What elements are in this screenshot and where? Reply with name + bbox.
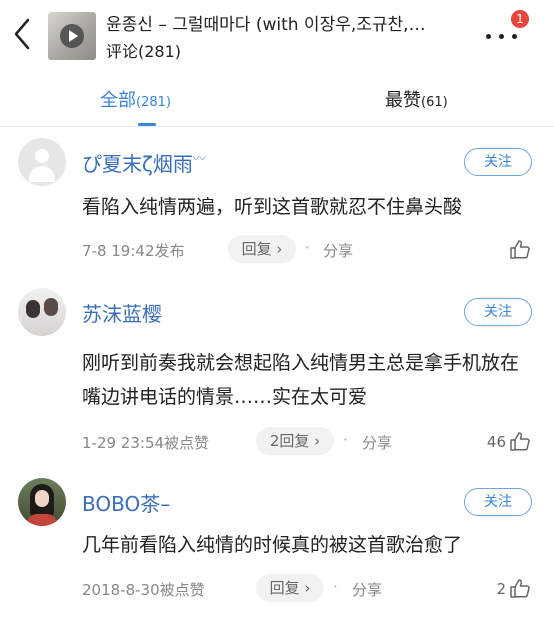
more-dots-icon <box>486 34 491 39</box>
tab-most-liked[interactable]: 最赞(61) <box>385 86 448 112</box>
more-dot <box>499 34 504 39</box>
follow-button[interactable]: 关注 <box>464 148 532 176</box>
comment-item: BOBO茶– 关注 几年前看陷入纯情的时候真的被这首歌治愈了 2018-8-30… <box>0 472 554 622</box>
nickname-text: ぴ夏末ζ烟雨 <box>82 152 193 176</box>
tab-all[interactable]: 全部(281) <box>100 86 171 112</box>
avatar-head <box>35 149 49 163</box>
comment-text: 刚听到前奏我就会想起陷入纯情男主总是拿手机放在嘴边讲电话的情景……实在太可爱 <box>82 352 520 408</box>
comment-text: 看陷入纯情两遍，听到这首歌就忍不住鼻头酸 <box>82 196 463 218</box>
tab-all-label: 全部 <box>100 90 136 111</box>
share-button[interactable]: 分享 <box>352 579 382 600</box>
tab-most-liked-label: 最赞 <box>385 90 421 111</box>
comment-item: 苏沫蓝樱 关注 刚听到前奏我就会想起陷入纯情男主总是拿手机放在嘴边讲电话的情景…… <box>0 282 554 472</box>
comment-text: 几年前看陷入纯情的时候真的被这首歌治愈了 <box>82 534 463 556</box>
comment-time: 1-29 23:54被点赞 <box>82 434 210 452</box>
chevron-left-icon <box>14 18 30 50</box>
nickname[interactable]: BOBO茶– <box>82 488 170 517</box>
notification-badge: 1 <box>511 10 529 28</box>
active-tab-indicator <box>138 123 156 126</box>
comment-tabs: 全部(281) 最赞(61) <box>0 72 554 127</box>
avatar[interactable] <box>18 288 66 336</box>
avatar-face <box>35 490 49 507</box>
thumbs-up-icon[interactable] <box>509 430 531 452</box>
avatar-shirt <box>27 514 57 526</box>
comment-time: 7-8 19:42发布 <box>82 242 185 260</box>
play-icon <box>60 24 84 48</box>
share-button[interactable]: 分享 <box>362 432 392 453</box>
follow-button[interactable]: 关注 <box>464 488 532 516</box>
top-bar: 윤종신 – 그럴때마다 (with 이장우,조규찬,… 评论(281) 1 <box>0 0 554 72</box>
like-count: 46 <box>486 433 506 451</box>
more-dot <box>512 34 517 39</box>
back-button[interactable] <box>6 14 40 54</box>
nickname[interactable]: ぴ夏末ζ烟雨〰 <box>82 148 206 177</box>
reply-button[interactable]: 回复 › <box>256 574 324 602</box>
avatar-figure <box>44 298 58 316</box>
nickname-suffix: 〰 <box>192 152 206 167</box>
separator-dot: · <box>305 239 310 257</box>
separator-dot: · <box>343 431 348 449</box>
tab-most-liked-count: (61) <box>421 95 448 110</box>
comment-time: 2018-8-30被点赞 <box>82 581 205 599</box>
like-count: 2 <box>496 580 506 598</box>
follow-button[interactable]: 关注 <box>464 298 532 326</box>
nickname[interactable]: 苏沫蓝樱 <box>82 298 162 327</box>
avatar[interactable] <box>18 138 66 186</box>
thumbs-up-icon[interactable] <box>509 238 531 260</box>
avatar[interactable] <box>18 478 66 526</box>
song-title: 윤종신 – 그럴때마다 (with 이장우,조규찬,… <box>106 15 426 35</box>
share-button[interactable]: 分享 <box>323 240 353 261</box>
avatar-figure <box>26 300 40 318</box>
tab-all-count: (281) <box>136 95 171 110</box>
separator-dot: · <box>333 578 338 596</box>
album-cover[interactable] <box>48 12 96 60</box>
reply-button[interactable]: 2回复 › <box>256 427 334 455</box>
thumbs-up-icon[interactable] <box>509 577 531 599</box>
comment-count-title: 评论(281) <box>106 42 182 61</box>
comment-item: ぴ夏末ζ烟雨〰 关注 看陷入纯情两遍，听到这首歌就忍不住鼻头酸 7-8 19:4… <box>0 132 554 282</box>
reply-button[interactable]: 回复 › <box>228 235 296 263</box>
avatar-body <box>29 166 55 182</box>
